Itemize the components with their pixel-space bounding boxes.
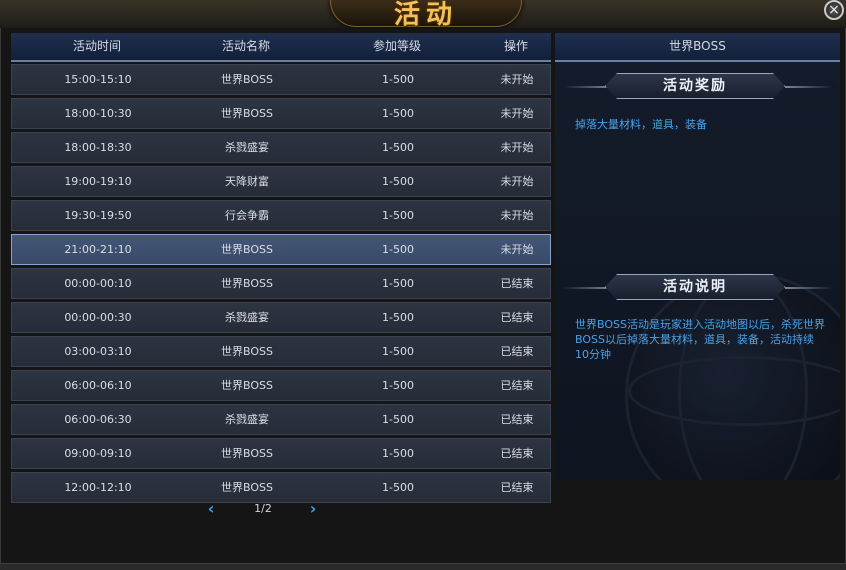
row-time: 00:00-00:30 bbox=[64, 311, 132, 324]
row-level: 1-500 bbox=[382, 107, 414, 120]
row-time: 03:00-03:10 bbox=[64, 345, 132, 358]
row-status: 已结束 bbox=[500, 345, 534, 358]
banner-line-right bbox=[785, 287, 835, 289]
row-level: 1-500 bbox=[382, 277, 414, 290]
row-name: 世界BOSS bbox=[221, 447, 273, 460]
row-status: 已结束 bbox=[500, 413, 534, 426]
row-level: 1-500 bbox=[382, 73, 414, 86]
table-header: 活动时间 活动名称 参加等级 操作 bbox=[11, 33, 551, 62]
row-status: 未开始 bbox=[500, 107, 534, 120]
header-level: 参加等级 bbox=[372, 39, 421, 53]
table-row[interactable]: 18:00-18:30 杀戮盛宴 1-500 未开始 bbox=[11, 132, 551, 163]
banner-line-right bbox=[785, 86, 835, 88]
row-time: 18:00-10:30 bbox=[64, 107, 132, 120]
row-time: 21:00-21:10 bbox=[64, 243, 132, 256]
globe-emblem bbox=[625, 273, 840, 480]
row-name: 行会争霸 bbox=[225, 209, 269, 222]
row-status: 未开始 bbox=[500, 141, 534, 154]
row-status: 未开始 bbox=[500, 209, 534, 222]
detail-panel: 世界BOSS 活动奖励 掉落大量材料，道具，装备 活动说明 世界BOSS活动是玩… bbox=[555, 33, 840, 480]
row-level: 1-500 bbox=[382, 311, 414, 324]
row-status: 已结束 bbox=[500, 277, 534, 290]
reward-title: 活动奖励 bbox=[663, 78, 727, 94]
table-row[interactable]: 03:00-03:10 世界BOSS 1-500 已结束 bbox=[11, 336, 551, 367]
row-level: 1-500 bbox=[382, 141, 414, 154]
row-time: 06:00-06:30 bbox=[64, 413, 132, 426]
description-banner: 活动说明 bbox=[555, 274, 840, 302]
chevron-left-icon[interactable]: ‹ bbox=[202, 499, 220, 519]
row-time: 06:00-06:10 bbox=[64, 379, 132, 392]
close-button[interactable]: × bbox=[824, 0, 844, 20]
row-level: 1-500 bbox=[382, 447, 414, 460]
row-level: 1-500 bbox=[382, 209, 414, 222]
row-time: 12:00-12:10 bbox=[64, 481, 132, 494]
row-level: 1-500 bbox=[382, 243, 414, 256]
title-plate: 活动 bbox=[330, 0, 522, 30]
activity-table: 15:00-15:10 世界BOSS 1-500 未开始 18:00-10:30… bbox=[11, 64, 551, 506]
header-action: 操作 bbox=[503, 39, 528, 53]
row-time: 19:30-19:50 bbox=[64, 209, 132, 222]
pagination: ‹ 1/2 › bbox=[200, 499, 324, 519]
row-time: 09:00-09:10 bbox=[64, 447, 132, 460]
table-row[interactable]: 06:00-06:10 世界BOSS 1-500 已结束 bbox=[11, 370, 551, 401]
row-status: 已结束 bbox=[500, 379, 534, 392]
row-time: 15:00-15:10 bbox=[64, 73, 132, 86]
chevron-right-icon[interactable]: › bbox=[304, 499, 322, 519]
header-name: 活动名称 bbox=[221, 39, 270, 53]
row-level: 1-500 bbox=[382, 481, 414, 494]
table-row[interactable]: 09:00-09:10 世界BOSS 1-500 已结束 bbox=[11, 438, 551, 469]
table-row[interactable]: 06:00-06:30 杀戮盛宴 1-500 已结束 bbox=[11, 404, 551, 435]
row-name: 天降财富 bbox=[225, 175, 269, 188]
row-name: 世界BOSS bbox=[221, 345, 273, 358]
row-level: 1-500 bbox=[382, 379, 414, 392]
page-indicator: 1/2 bbox=[254, 502, 272, 515]
banner-line-left bbox=[561, 86, 611, 88]
row-status: 已结束 bbox=[500, 481, 534, 494]
row-name: 杀戮盛宴 bbox=[225, 141, 269, 154]
row-level: 1-500 bbox=[382, 345, 414, 358]
row-level: 1-500 bbox=[382, 413, 414, 426]
table-row[interactable]: 00:00-00:30 杀戮盛宴 1-500 已结束 bbox=[11, 302, 551, 333]
description-text: 世界BOSS活动是玩家进入活动地图以后，杀死世界BOSS以后掉落大量材料，道具，… bbox=[575, 318, 825, 361]
window-title: 活动 bbox=[393, 0, 458, 30]
reward-banner: 活动奖励 bbox=[555, 73, 840, 101]
row-status: 已结束 bbox=[500, 447, 534, 460]
row-level: 1-500 bbox=[382, 175, 414, 188]
table-row[interactable]: 00:00-00:10 世界BOSS 1-500 已结束 bbox=[11, 268, 551, 299]
header-time: 活动时间 bbox=[72, 39, 121, 53]
row-name: 世界BOSS bbox=[221, 481, 273, 494]
row-name: 杀戮盛宴 bbox=[225, 413, 269, 426]
row-name: 世界BOSS bbox=[221, 379, 273, 392]
row-time: 19:00-19:10 bbox=[64, 175, 132, 188]
table-row-selected[interactable]: 21:00-21:10 世界BOSS 1-500 未开始 bbox=[11, 234, 551, 265]
description-title: 活动说明 bbox=[663, 279, 727, 295]
row-name: 世界BOSS bbox=[221, 277, 273, 290]
banner-line-left bbox=[561, 287, 611, 289]
row-name: 世界BOSS bbox=[221, 73, 273, 86]
table-row[interactable]: 19:30-19:50 行会争霸 1-500 未开始 bbox=[11, 200, 551, 231]
detail-header: 世界BOSS bbox=[555, 33, 840, 62]
row-time: 18:00-18:30 bbox=[64, 141, 132, 154]
table-row[interactable]: 18:00-10:30 世界BOSS 1-500 未开始 bbox=[11, 98, 551, 129]
row-name: 杀戮盛宴 bbox=[225, 311, 269, 324]
reward-text: 掉落大量材料，道具，装备 bbox=[575, 118, 707, 131]
row-status: 未开始 bbox=[500, 243, 534, 256]
row-name: 世界BOSS bbox=[221, 243, 273, 256]
row-time: 00:00-00:10 bbox=[64, 277, 132, 290]
row-status: 未开始 bbox=[500, 175, 534, 188]
table-row[interactable]: 15:00-15:10 世界BOSS 1-500 未开始 bbox=[11, 64, 551, 95]
row-status: 未开始 bbox=[500, 73, 534, 86]
row-name: 世界BOSS bbox=[221, 107, 273, 120]
row-status: 已结束 bbox=[500, 311, 534, 324]
table-row[interactable]: 19:00-19:10 天降财富 1-500 未开始 bbox=[11, 166, 551, 197]
